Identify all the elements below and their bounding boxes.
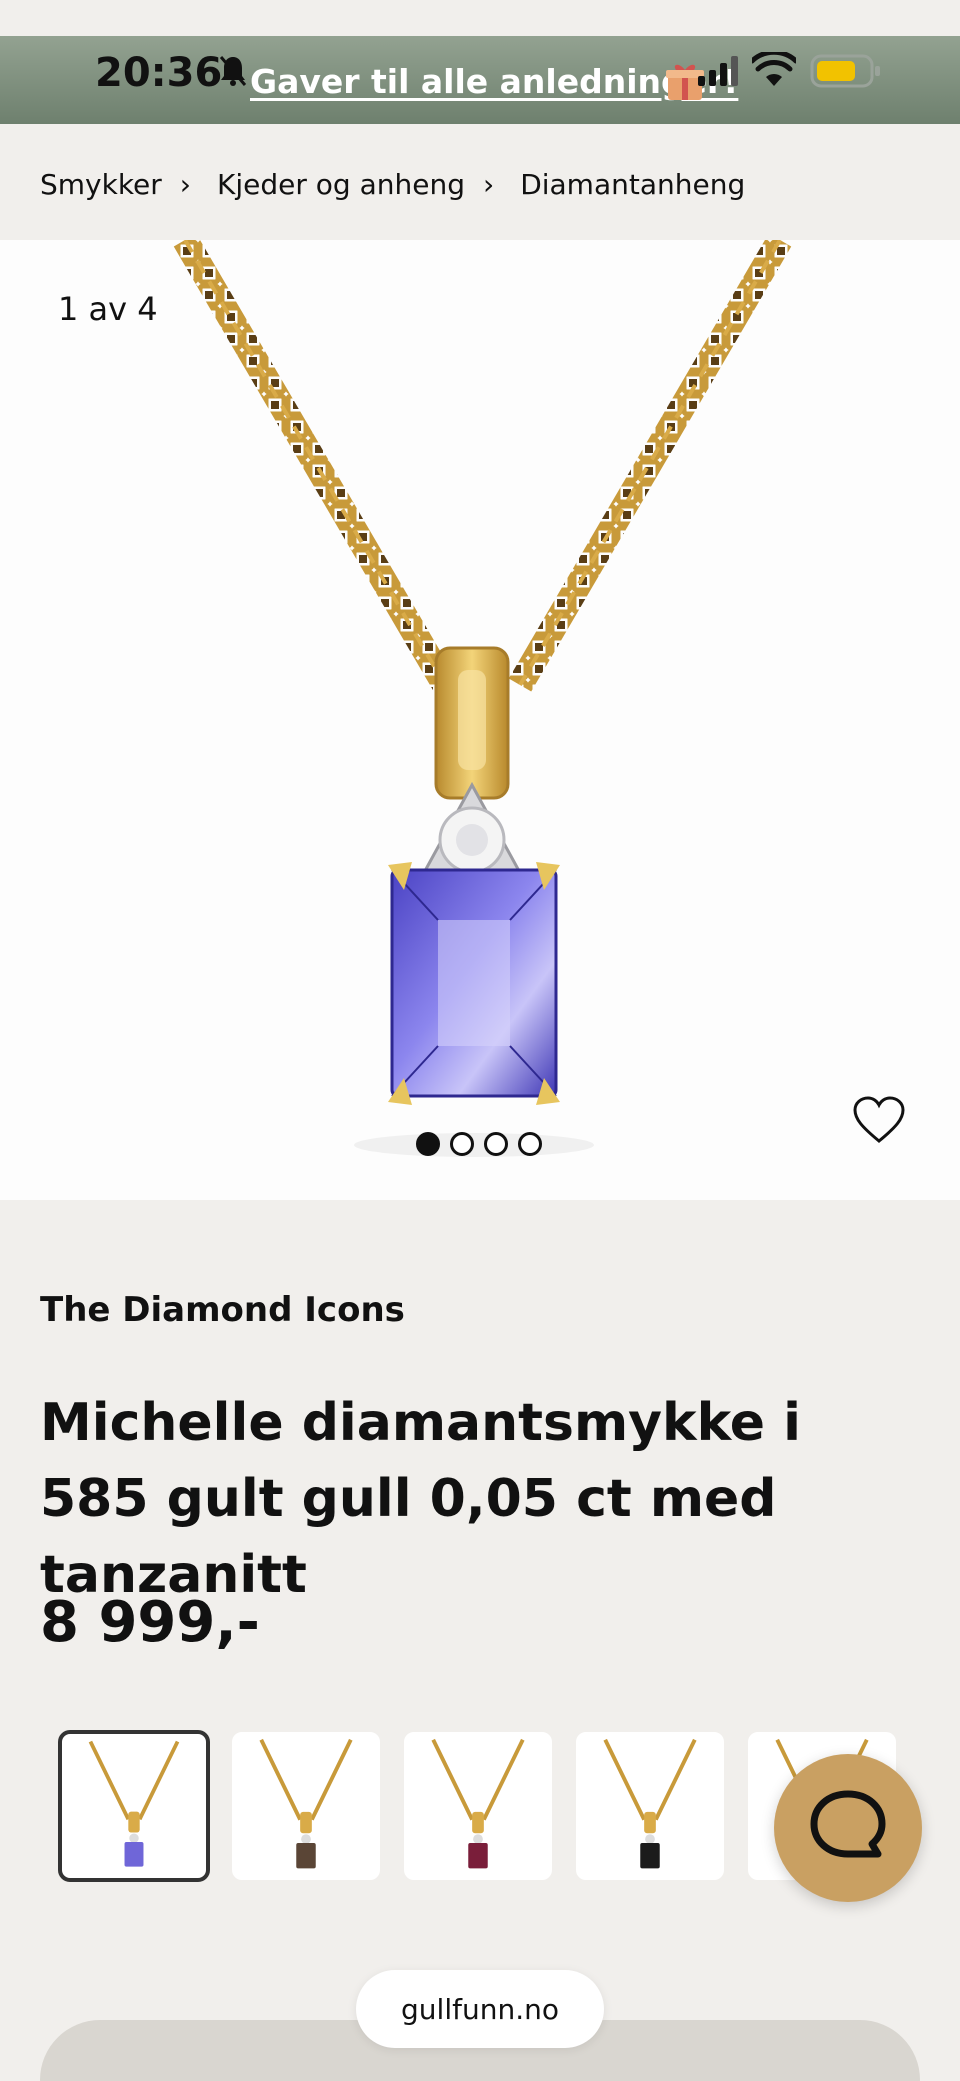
variant-thumb-4[interactable] xyxy=(574,1730,726,1882)
variant-thumb-1[interactable] xyxy=(58,1730,210,1882)
chevron-right-icon: › xyxy=(482,167,495,201)
carousel-dot-2[interactable] xyxy=(450,1132,474,1156)
product-price: 8 999,- xyxy=(40,1590,260,1655)
browser-url: gullfunn.no xyxy=(401,1992,559,2026)
status-time: 20:36 xyxy=(95,50,223,96)
variant-image xyxy=(603,1738,697,1869)
carousel-dot-3[interactable] xyxy=(484,1132,508,1156)
product-brand[interactable]: The Diamond Icons xyxy=(40,1290,405,1330)
variant-image xyxy=(88,1740,180,1867)
chevron-right-icon: › xyxy=(179,167,191,201)
carousel-dot-4[interactable] xyxy=(518,1132,542,1156)
cellular-signal-icon xyxy=(698,54,740,92)
breadcrumb-item-smykker[interactable]: Smykker xyxy=(40,168,162,201)
breadcrumb-item-kjeder-og-anheng[interactable]: Kjeder og anheng xyxy=(217,168,465,201)
browser-url-bar[interactable]: gullfunn.no xyxy=(356,1970,604,2048)
bell-muted-icon xyxy=(218,54,248,92)
breadcrumb: Smykker › Kjeder og anheng › Diamantanhe… xyxy=(40,164,745,204)
favorite-heart-icon[interactable] xyxy=(852,1095,906,1149)
promo-banner[interactable]: 20:36 Gaver til alle anledninger! xyxy=(0,36,960,124)
carousel-pagination xyxy=(416,1132,542,1156)
battery-icon xyxy=(810,54,882,92)
breadcrumb-item-diamantanheng[interactable]: Diamantanheng xyxy=(520,168,745,201)
image-counter: 1 av 4 xyxy=(58,290,158,328)
variant-thumb-2[interactable] xyxy=(230,1730,382,1882)
carousel-dot-1[interactable] xyxy=(416,1132,440,1156)
variant-image xyxy=(431,1738,525,1869)
product-image-gallery[interactable]: 1 av 4 xyxy=(0,240,960,1200)
product-title: Michelle diamantsmykke i 585 gult gull 0… xyxy=(40,1393,801,1605)
variant-thumb-3[interactable] xyxy=(402,1730,554,1882)
variant-image xyxy=(259,1738,353,1869)
chat-bubble-icon xyxy=(808,1788,888,1868)
wifi-icon xyxy=(749,49,799,92)
product-image xyxy=(173,240,792,1157)
chat-button[interactable] xyxy=(774,1754,922,1902)
